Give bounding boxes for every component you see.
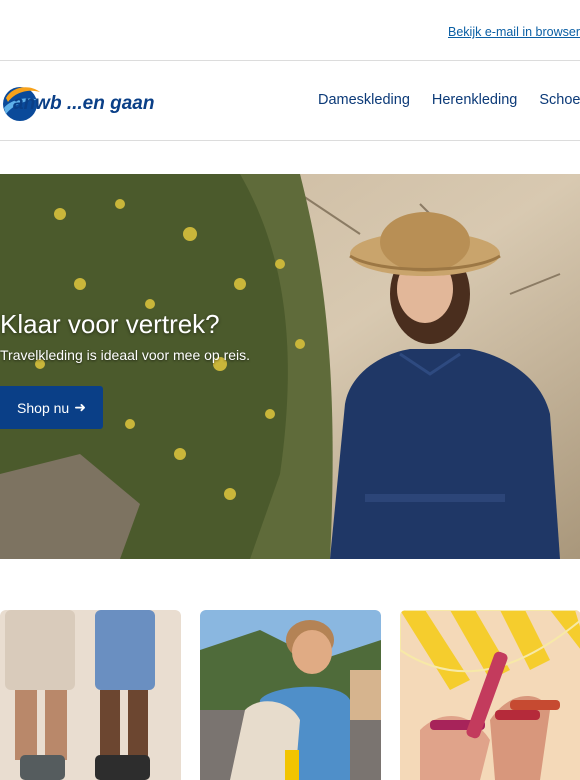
category-tile-backpack[interactable] <box>200 610 381 780</box>
arrow-right-icon: ➜ <box>74 399 86 415</box>
header-divider-bottom <box>0 140 580 141</box>
sandals-image <box>400 610 580 780</box>
anwb-logo-mark: anwb ...en gaan <box>3 87 154 121</box>
header-divider-top <box>0 60 580 61</box>
shorts-image <box>0 610 181 780</box>
nav-item-herenkleding[interactable]: Herenkleding <box>432 92 517 108</box>
shop-now-label: Shop nu <box>17 399 70 416</box>
main-nav: Dameskleding Herenkleding Schoenen <box>318 92 580 108</box>
hero-banner[interactable]: Klaar voor vertrek? Travelkleding is ide… <box>0 174 580 559</box>
backpack-image <box>200 610 381 780</box>
hero-title: Klaar voor vertrek? <box>0 309 220 339</box>
category-tile-shorts[interactable] <box>0 610 181 780</box>
top-bar: Bekijk e-mail in browser <box>0 0 580 60</box>
hero-subtitle: Travelkleding is ideaal voor mee op reis… <box>0 347 251 363</box>
nav-item-dameskleding[interactable]: Dameskleding <box>318 92 410 108</box>
anwb-logo[interactable]: anwb ...en gaan <box>0 80 182 124</box>
nav-item-schoenen[interactable]: Schoenen <box>539 92 580 108</box>
category-tile-sandals[interactable] <box>400 610 580 780</box>
shop-now-button[interactable]: Shop nu ➜ <box>0 386 103 429</box>
hero-image <box>0 174 580 559</box>
logo-wordmark: anwb ...en gaan <box>13 93 154 114</box>
view-in-browser-link[interactable]: Bekijk e-mail in browser <box>448 25 580 39</box>
